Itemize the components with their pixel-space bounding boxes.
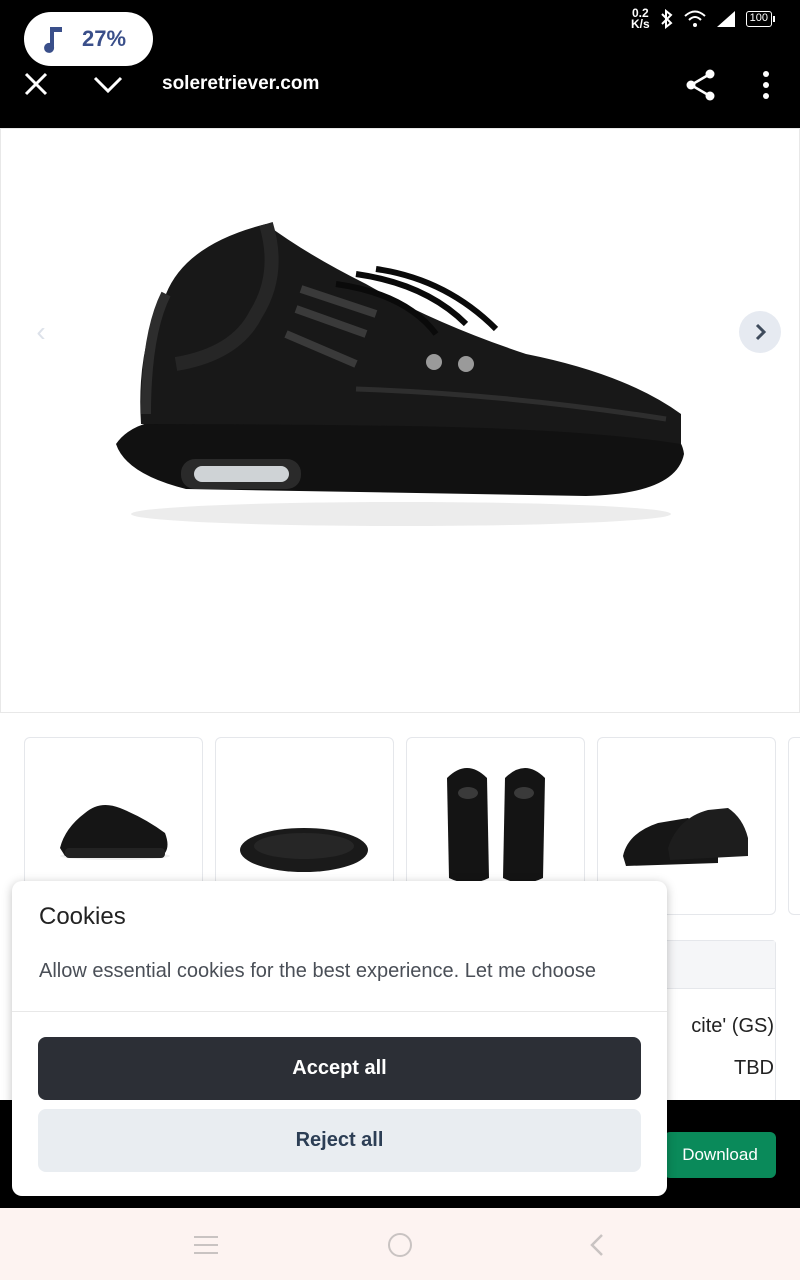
close-icon[interactable] [22, 70, 50, 98]
browser-topbar: 27% 0.2 K/s 100 soleretriever.com [0, 0, 800, 128]
signal-icon [716, 11, 735, 27]
home-icon[interactable] [388, 1233, 412, 1257]
menu-icon[interactable] [194, 1236, 218, 1254]
download-button[interactable]: Download [664, 1132, 776, 1178]
product-name-cell: cite' (GS) [691, 1015, 774, 1037]
accept-all-button[interactable]: Accept all [38, 1037, 641, 1100]
chevron-down-icon[interactable] [92, 70, 124, 98]
reject-all-button[interactable]: Reject all [38, 1109, 641, 1172]
music-indicator[interactable]: 27% [24, 12, 153, 66]
cookie-banner: Cookies Allow essential cookies for the … [12, 881, 667, 1196]
system-nav-bar [0, 1208, 800, 1280]
thumbnail-5[interactable] [788, 737, 800, 915]
product-image [116, 221, 684, 526]
music-percent: 27% [82, 26, 127, 51]
share-icon[interactable] [684, 68, 718, 102]
cookie-title: Cookies [39, 903, 126, 930]
battery-indicator: 100 [745, 11, 776, 27]
chevron-right-icon[interactable] [739, 311, 781, 353]
divider [12, 1011, 667, 1012]
release-date-cell: TBD [734, 1057, 774, 1079]
status-icons: 0.2 K/s 100 [630, 7, 776, 31]
net-speed: 0.2 K/s [630, 7, 650, 31]
music-note-icon [44, 27, 62, 53]
chevron-left-icon[interactable]: ‹ [23, 315, 59, 351]
net-speed-unit: K/s [630, 17, 650, 31]
more-icon[interactable] [754, 68, 778, 102]
page-url[interactable]: soleretriever.com [162, 73, 319, 95]
cookie-message[interactable]: Allow essential cookies for the best exp… [39, 960, 596, 983]
bluetooth-icon [660, 9, 673, 29]
product-image-carousel[interactable]: ‹ [0, 128, 800, 713]
wifi-icon [683, 10, 706, 27]
back-icon[interactable] [586, 1233, 610, 1257]
